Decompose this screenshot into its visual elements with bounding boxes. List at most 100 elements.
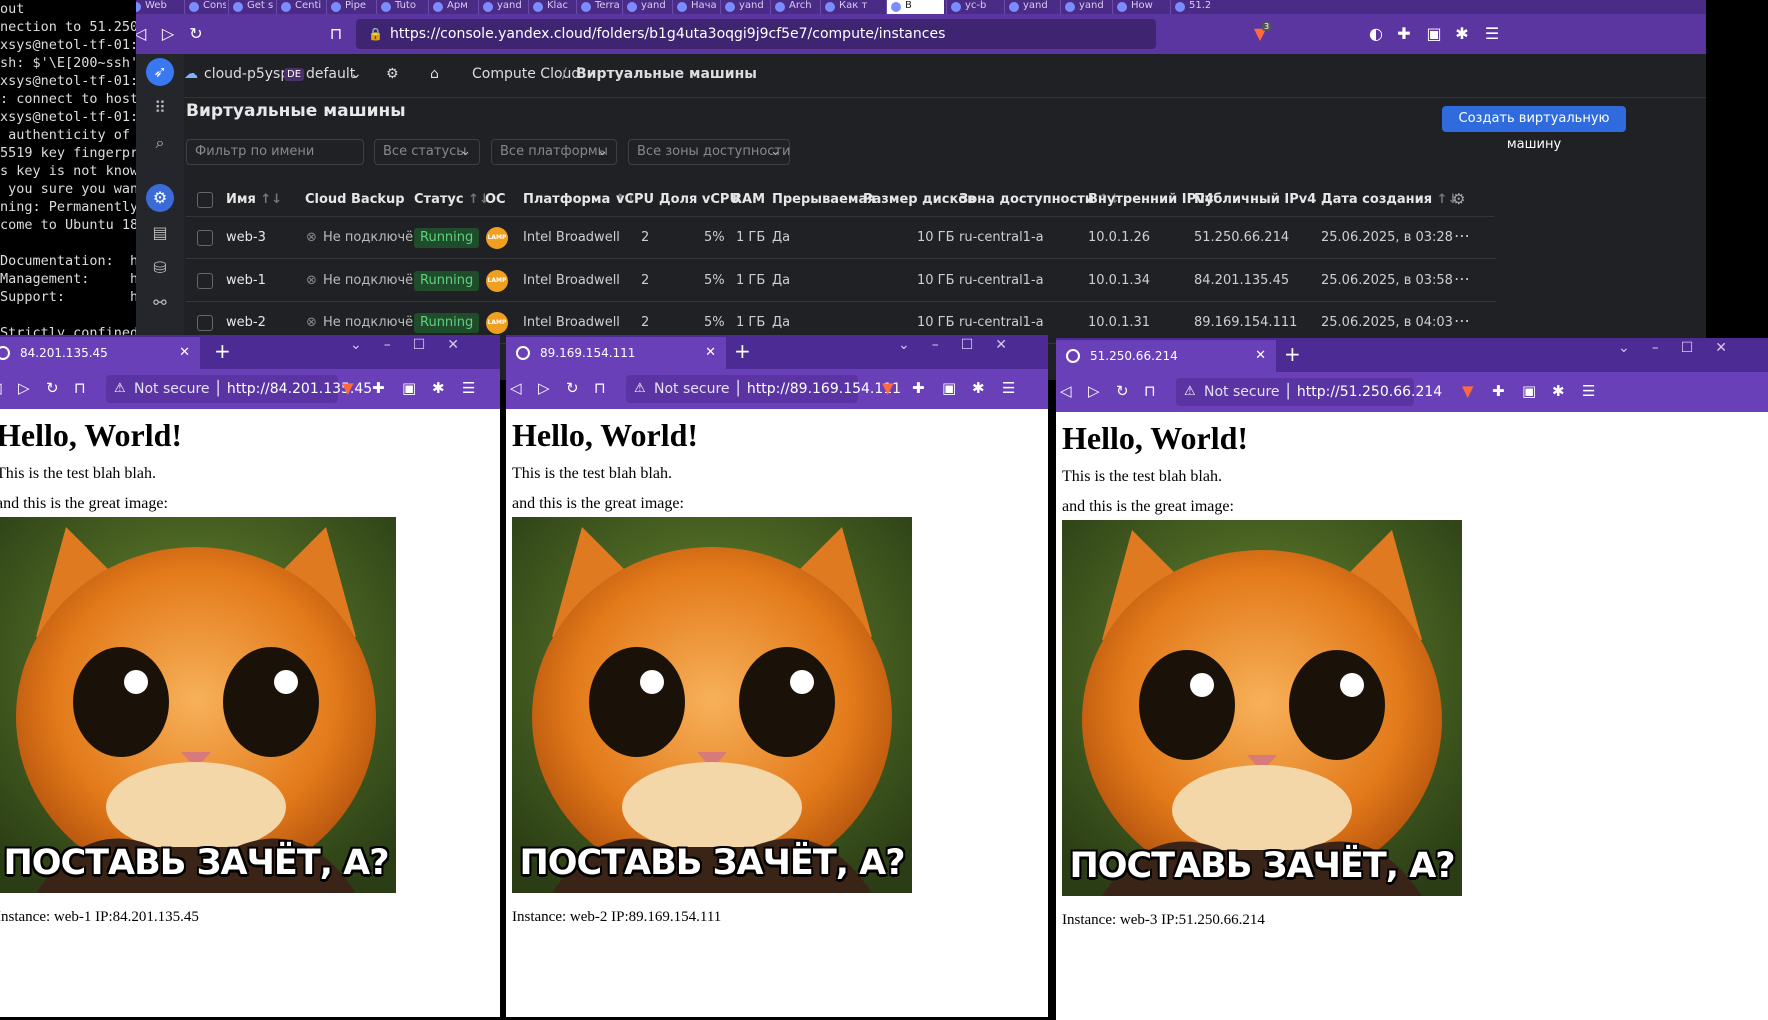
browser-tab[interactable]: yand [1004, 0, 1058, 14]
close-icon[interactable]: ✕ [995, 337, 1029, 353]
vpn-icon[interactable]: ✱ [1552, 382, 1565, 400]
popup-address-bar[interactable]: ⚠ Not secure │ http://84.201.135.45 [106, 375, 372, 403]
chevron-down-icon[interactable]: ⌄ [350, 66, 362, 82]
puzzle-icon[interactable]: ✚ [1392, 22, 1416, 46]
browser-tab[interactable]: Web [136, 0, 182, 14]
popup-address-bar[interactable]: ⚠ Not secure │ http://51.250.66.214 [1176, 378, 1442, 406]
row-actions-icon[interactable]: ⋯ [1454, 226, 1470, 245]
browser-tab[interactable]: 51.2 [1170, 0, 1210, 14]
reload-icon[interactable]: ↻ [1116, 382, 1129, 400]
new-tab-icon[interactable]: + [214, 339, 231, 363]
row-checkbox[interactable] [197, 272, 213, 289]
browser-tab[interactable]: Terra [576, 0, 620, 14]
brave-shield-icon[interactable]: ▼ [1462, 382, 1474, 400]
network-icon[interactable]: ⚯ [146, 289, 174, 317]
chevron-down-icon[interactable]: ⌄ [350, 337, 384, 353]
select-all-checkbox[interactable] [197, 192, 213, 208]
browser-tab[interactable]: Centi [276, 0, 324, 14]
bookmark-icon[interactable]: ⊓ [74, 379, 86, 397]
row-checkbox[interactable] [197, 315, 213, 331]
browser-tab[interactable]: yand [622, 0, 670, 14]
close-icon[interactable]: ✕ [447, 337, 481, 353]
table-settings-icon[interactable]: ⚙ [1452, 190, 1465, 208]
vm-row[interactable]: web-3 ⊗ Не подключён Running LAMP Intel Broad… [186, 217, 1496, 259]
platform-filter-select[interactable]: Все платформы ⌄ [491, 139, 617, 165]
menu-icon[interactable]: ☰ [1002, 379, 1015, 397]
vpn-icon[interactable]: ✱ [972, 379, 985, 397]
row-checkbox[interactable] [197, 230, 213, 246]
minimize-icon[interactable]: – [1652, 340, 1681, 356]
browser-tab[interactable]: Klac [528, 0, 574, 14]
browser-tab[interactable]: yand [720, 0, 768, 14]
col-status[interactable]: Статус ↑↓ [414, 192, 490, 207]
create-vm-button[interactable]: Создать виртуальную машину [1442, 106, 1626, 152]
browser-tab[interactable]: Get s [228, 0, 274, 14]
name-filter-input[interactable]: Фильтр по имени [186, 139, 364, 165]
vpn-icon[interactable]: ✱ [432, 379, 445, 397]
col-name[interactable]: Имя ↑↓ [226, 192, 282, 207]
settings-icon[interactable]: ⚙ [386, 66, 399, 82]
browser-tab[interactable]: В [886, 0, 944, 14]
brave-shield-icon[interactable]: ▼ [342, 379, 354, 397]
popup-tab[interactable]: 51.250.66.214 ✕ [1056, 340, 1276, 372]
wallet-icon[interactable]: ▣ [1422, 22, 1446, 46]
close-tab-icon[interactable]: ✕ [1255, 340, 1266, 372]
menu-icon[interactable]: ☰ [462, 379, 475, 397]
vm-row[interactable]: web-1 ⊗ Не подключён Running LAMP Intel Broad… [186, 260, 1496, 302]
browser-tab[interactable]: Cons [184, 0, 226, 14]
browser-tab[interactable]: Arch [770, 0, 818, 14]
vm-name[interactable]: web-2 [226, 315, 266, 330]
wallet-icon[interactable]: ▣ [942, 379, 956, 397]
row-actions-icon[interactable]: ⋯ [1454, 311, 1470, 330]
forward-icon[interactable]: ▷ [156, 22, 180, 46]
vpn-icon[interactable]: ✱ [1450, 22, 1474, 46]
close-tab-icon[interactable]: ✕ [179, 337, 190, 369]
wallet-icon[interactable]: ▣ [1522, 382, 1536, 400]
disks-icon[interactable]: ⛁ [146, 254, 174, 282]
terminal-window[interactable]: out nection to 51.250 xsys@netol-tf-01: sh:… [0, 0, 136, 380]
browser-tab[interactable]: yand [478, 0, 526, 14]
new-tab-icon[interactable]: + [1284, 342, 1301, 366]
services-grid-icon[interactable]: ⠿ [146, 94, 174, 122]
maximize-icon[interactable]: ☐ [961, 337, 996, 353]
bookmark-icon[interactable]: ⊓ [324, 22, 348, 46]
bookmark-icon[interactable]: ⊓ [1144, 382, 1156, 400]
yandex-cloud-logo-icon[interactable]: ➶ [146, 58, 174, 86]
zone-filter-select[interactable]: Все зоны доступности ⌄ [628, 139, 790, 165]
col-created[interactable]: Дата создания ↑↓ [1321, 192, 1458, 207]
home-icon[interactable]: ⌂ [430, 66, 439, 82]
popup-tab[interactable]: 89.169.154.111 ✕ [506, 337, 726, 369]
browser-tab[interactable]: Pipe [326, 0, 374, 14]
popup-tab[interactable]: 84.201.135.45 ✕ [0, 337, 200, 369]
forward-icon[interactable]: ▷ [18, 379, 30, 397]
popup-address-bar[interactable]: ⚠ Not secure │ http://89.169.154.111 [626, 375, 901, 403]
puzzle-icon[interactable]: ✚ [1492, 382, 1505, 400]
vm-name[interactable]: web-3 [226, 230, 266, 245]
back-icon[interactable]: ◁ [136, 22, 152, 46]
wallet-icon[interactable]: ▣ [402, 379, 416, 397]
puzzle-icon[interactable]: ✚ [372, 379, 385, 397]
reload-icon[interactable]: ↻ [184, 22, 208, 46]
vm-name[interactable]: web-1 [226, 273, 266, 288]
browser-tab[interactable]: Арм [428, 0, 476, 14]
back-icon[interactable]: ◁ [0, 379, 2, 397]
search-icon[interactable]: ⌕ [146, 129, 174, 157]
compute-icon[interactable]: ⚙ [146, 184, 174, 212]
folder-name[interactable]: default [306, 66, 355, 82]
chevron-down-icon[interactable]: ⌄ [1618, 340, 1652, 356]
close-icon[interactable]: ✕ [1715, 340, 1749, 356]
browser-tab[interactable]: Tuto [376, 0, 426, 14]
address-bar[interactable]: 🔒 https://console.yandex.cloud/folders/b… [356, 19, 1156, 49]
reload-icon[interactable]: ↻ [566, 379, 579, 397]
chevron-down-icon[interactable]: ⌄ [898, 337, 932, 353]
browser-tab[interactable]: Как т [820, 0, 884, 14]
bookmark-icon[interactable]: ⊓ [594, 379, 606, 397]
maximize-icon[interactable]: ☐ [413, 337, 448, 353]
maximize-icon[interactable]: ☐ [1681, 340, 1716, 356]
minimize-icon[interactable]: – [932, 337, 961, 353]
browser-tab[interactable]: How [1112, 0, 1168, 14]
back-icon[interactable]: ◁ [1060, 382, 1072, 400]
forward-icon[interactable]: ▷ [1088, 382, 1100, 400]
minimize-icon[interactable]: – [384, 337, 413, 353]
close-tab-icon[interactable]: ✕ [705, 337, 716, 369]
